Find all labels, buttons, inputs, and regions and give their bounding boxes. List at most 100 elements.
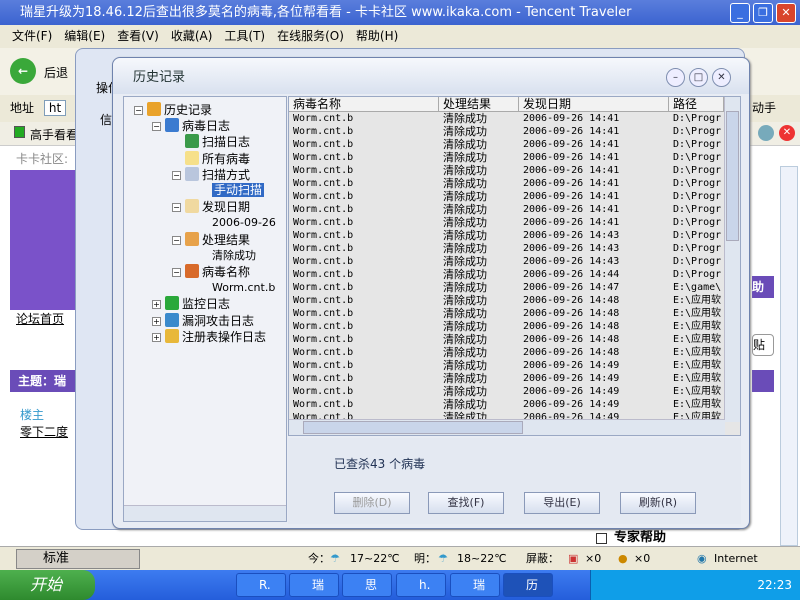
tree-node[interactable]: 所有病毒	[185, 150, 250, 166]
horizontal-scroll-thumb[interactable]	[303, 421, 523, 434]
table-row[interactable]: Worm.cnt.b 清除成功 2006-09-26 14:49 E:\应用软	[289, 398, 740, 411]
list-vertical-scrollbar[interactable]	[724, 97, 740, 422]
table-row[interactable]: Worm.cnt.b 清除成功 2006-09-26 14:41 D:\Progr	[289, 164, 740, 177]
history-dialog: 历史记录 – □ ✕ − 历史记录 − 病毒日志 扫描日志 所有病毒 − 扫描方式 手动扫描 − 发…	[112, 57, 750, 529]
minimize-button[interactable]: _	[730, 3, 750, 23]
column-header[interactable]: 发现日期	[519, 97, 669, 111]
find-button[interactable]: 查找(F)	[428, 492, 504, 514]
dialog-close-button[interactable]: ✕	[712, 68, 731, 87]
help-banner[interactable]: 助	[752, 276, 774, 298]
dialog-maximize-button[interactable]: □	[689, 68, 708, 87]
vertical-scroll-thumb[interactable]	[726, 111, 739, 241]
author-name[interactable]: 零下二度	[20, 423, 68, 440]
tree-node-label: Worm.cnt.b	[212, 281, 276, 295]
collapse-icon[interactable]: −	[172, 203, 181, 213]
tree-node[interactable]: 清除成功	[212, 248, 256, 263]
refresh-button[interactable]: 刷新(R)	[620, 492, 696, 514]
table-row[interactable]: Worm.cnt.b 清除成功 2006-09-26 14:43 D:\Progr	[289, 255, 740, 268]
forum-home-link[interactable]: 论坛首页	[16, 310, 64, 327]
tree-node[interactable]: − 处理结果	[172, 231, 250, 247]
ime-bar[interactable]: 标准	[16, 549, 140, 569]
column-header[interactable]: 病毒名称	[289, 97, 439, 111]
collapse-icon[interactable]: −	[172, 235, 181, 245]
back-arrow-icon[interactable]: ←	[10, 58, 36, 84]
collapse-icon[interactable]: −	[134, 106, 143, 115]
table-row[interactable]: Worm.cnt.b 清除成功 2006-09-26 14:41 D:\Progr	[289, 190, 740, 203]
tree-node[interactable]: + 漏洞攻击日志	[152, 312, 254, 328]
menu-item[interactable]: 工具(T)	[224, 29, 265, 43]
table-row[interactable]: Worm.cnt.b 清除成功 2006-09-26 14:41 D:\Progr	[289, 138, 740, 151]
menu-item[interactable]: 收藏(A)	[171, 29, 213, 43]
close-button[interactable]: ✕	[776, 3, 796, 23]
tree-horizontal-scrollbar[interactable]	[124, 505, 286, 521]
taskbar-button[interactable]: 思	[342, 573, 392, 597]
table-row[interactable]: Worm.cnt.b 清除成功 2006-09-26 14:41 D:\Progr	[289, 151, 740, 164]
table-row[interactable]: Worm.cnt.b 清除成功 2006-09-26 14:43 D:\Progr	[289, 242, 740, 255]
table-row[interactable]: Worm.cnt.b 清除成功 2006-09-26 14:48 E:\应用软	[289, 333, 740, 346]
export-button[interactable]: 导出(E)	[524, 492, 600, 514]
dialog-minimize-button[interactable]: –	[666, 68, 685, 87]
page-scrollbar[interactable]	[780, 166, 798, 546]
list-horizontal-scrollbar[interactable]	[289, 419, 725, 435]
column-header[interactable]: 路径	[669, 97, 724, 111]
table-row[interactable]: Worm.cnt.b 清除成功 2006-09-26 14:41 D:\Progr	[289, 125, 740, 138]
tab-page[interactable]: 高手看看	[30, 126, 78, 143]
delete-button[interactable]: 删除(D)	[334, 492, 410, 514]
table-row[interactable]: Worm.cnt.b 清除成功 2006-09-26 14:48 E:\应用软	[289, 320, 740, 333]
close-tab-icon[interactable]: ✕	[779, 125, 795, 141]
table-row[interactable]: Worm.cnt.b 清除成功 2006-09-26 14:48 E:\应用软	[289, 307, 740, 320]
table-row[interactable]: Worm.cnt.b 清除成功 2006-09-26 14:48 E:\应用软	[289, 294, 740, 307]
taskbar-button[interactable]: h.	[396, 573, 446, 597]
tree-node[interactable]: + 注册表操作日志	[152, 328, 266, 344]
menu-item[interactable]: 编辑(E)	[64, 29, 105, 43]
ad-block-icon[interactable]: ●	[618, 547, 628, 571]
post-button[interactable]: 贴	[752, 334, 774, 356]
table-cell: Worm.cnt.b	[293, 269, 354, 280]
table-row[interactable]: Worm.cnt.b 清除成功 2006-09-26 14:43 D:\Progr	[289, 229, 740, 242]
table-row[interactable]: Worm.cnt.b 清除成功 2006-09-26 14:48 E:\应用软	[289, 346, 740, 359]
tree-node[interactable]: 扫描日志	[185, 134, 250, 149]
column-header[interactable]: 处理结果	[439, 97, 519, 111]
expand-icon[interactable]: +	[152, 300, 161, 310]
collapse-icon[interactable]: −	[152, 122, 161, 132]
collapse-icon[interactable]: −	[172, 170, 181, 180]
taskbar-button[interactable]: 历	[503, 573, 553, 597]
tab-nav-icon[interactable]	[758, 125, 774, 141]
tree-node[interactable]: 手动扫描	[212, 183, 265, 197]
restore-button[interactable]: ❐	[753, 3, 773, 23]
address-input[interactable]: ht	[43, 100, 67, 116]
tree-node[interactable]: − 病毒名称	[172, 264, 250, 279]
popup-block-icon[interactable]: ▣	[568, 547, 578, 571]
expand-icon[interactable]: +	[152, 332, 161, 342]
table-row[interactable]: Worm.cnt.b 清除成功 2006-09-26 14:49 E:\应用软	[289, 372, 740, 385]
tree-node[interactable]: − 发现日期	[172, 199, 250, 214]
table-row[interactable]: Worm.cnt.b 清除成功 2006-09-26 14:41 D:\Progr	[289, 112, 740, 125]
menu-item[interactable]: 帮助(H)	[356, 29, 398, 43]
tree-node[interactable]: + 监控日志	[152, 296, 230, 311]
menu-item[interactable]: 查看(V)	[117, 29, 159, 43]
table-row[interactable]: Worm.cnt.b 清除成功 2006-09-26 14:41 D:\Progr	[289, 203, 740, 216]
menu-item[interactable]: 文件(F)	[12, 29, 52, 43]
tree-node[interactable]: − 历史记录	[134, 102, 212, 117]
tree-node[interactable]: 2006-09-26	[212, 215, 276, 230]
start-button[interactable]: 开始	[0, 570, 95, 600]
taskbar-button[interactable]: 瑞	[450, 573, 500, 597]
table-row[interactable]: Worm.cnt.b 清除成功 2006-09-26 14:47 E:\game\	[289, 281, 740, 294]
taskbar-button[interactable]: 瑞	[289, 573, 339, 597]
taskbar-button[interactable]: R.	[236, 573, 286, 597]
tree-node[interactable]: Worm.cnt.b	[212, 280, 275, 295]
back-label[interactable]: 后退	[44, 64, 68, 81]
table-row[interactable]: Worm.cnt.b 清除成功 2006-09-26 14:49 E:\应用软	[289, 359, 740, 372]
tree-node-label: 扫描日志	[202, 135, 251, 150]
table-row[interactable]: Worm.cnt.b 清除成功 2006-09-26 14:44 D:\Progr	[289, 268, 740, 281]
tree-node[interactable]: − 病毒日志	[152, 118, 230, 133]
registry-icon	[165, 328, 179, 343]
tree-node[interactable]: − 扫描方式	[172, 166, 250, 182]
table-row[interactable]: Worm.cnt.b 清除成功 2006-09-26 14:41 D:\Progr	[289, 177, 740, 190]
collapse-icon[interactable]: −	[172, 268, 181, 277]
menu-item[interactable]: 在线服务(O)	[277, 29, 344, 43]
table-row[interactable]: Worm.cnt.b 清除成功 2006-09-26 14:49 E:\应用软	[289, 385, 740, 398]
expert-help-checkbox[interactable]	[596, 533, 607, 544]
expand-icon[interactable]: +	[152, 316, 161, 326]
table-row[interactable]: Worm.cnt.b 清除成功 2006-09-26 14:41 D:\Progr	[289, 216, 740, 229]
